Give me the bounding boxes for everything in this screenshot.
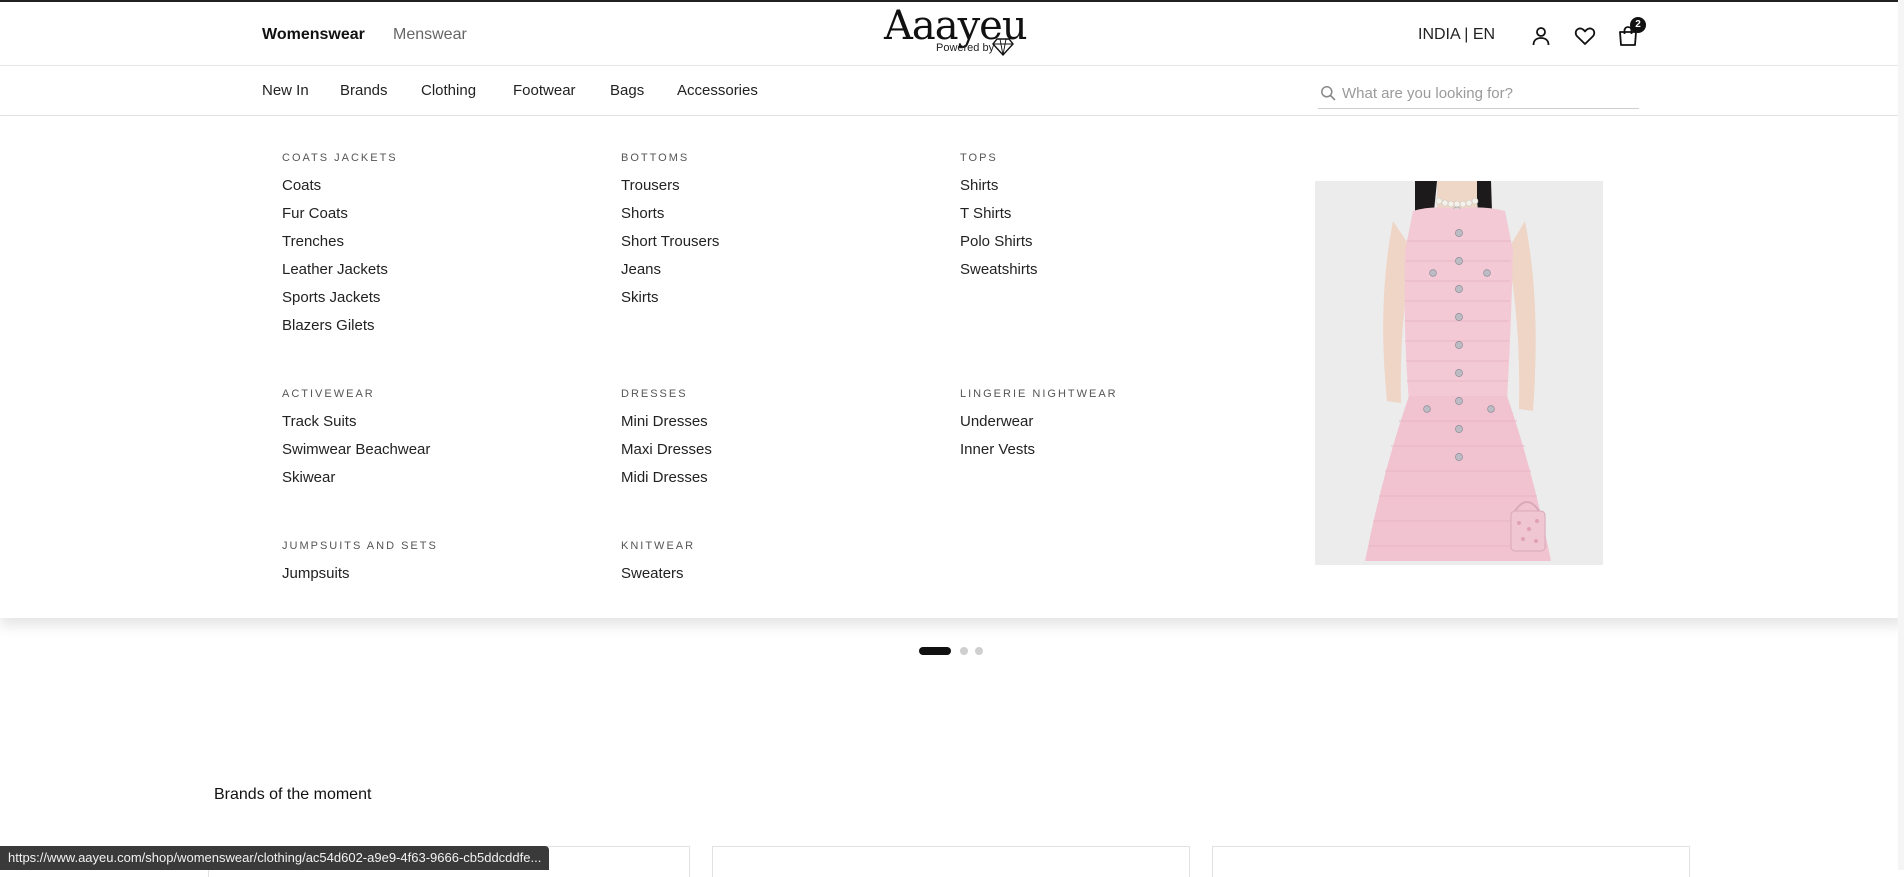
carousel-dot-3[interactable] [975, 647, 983, 655]
menu-item-polo-shirts[interactable]: Polo Shirts [960, 233, 1038, 261]
menu-item-maxi-dresses[interactable]: Maxi Dresses [621, 441, 712, 469]
carousel-dot-2[interactable] [960, 647, 968, 655]
search-input[interactable] [1340, 81, 1634, 105]
brand-card[interactable] [712, 846, 1190, 877]
menu-group-title: ACTIVEWEAR [282, 388, 375, 400]
menu-group-jumpsuits-sets: JUMPSUITS AND SETS Jumpsuits [282, 539, 438, 593]
menu-item-fur-coats[interactable]: Fur Coats [282, 205, 398, 233]
menu-item-shorts[interactable]: Shorts [621, 205, 719, 233]
menu-item-skirts[interactable]: Skirts [621, 289, 719, 317]
cart-bag-icon[interactable]: 2 [1616, 17, 1646, 48]
region-language-selector[interactable]: INDIA | EN [1418, 26, 1495, 44]
nav-footwear[interactable]: Footwear [513, 82, 576, 99]
menu-group-title: LINGERIE NIGHTWEAR [960, 388, 1118, 400]
aayeu-logo[interactable]: Aaayeu Powered by [884, 4, 1028, 60]
brand-card[interactable] [1212, 846, 1690, 877]
browser-status-url: https://www.aayeu.com/shop/womenswear/cl… [0, 846, 550, 870]
tab-womenswear[interactable]: Womenswear [262, 26, 365, 44]
menu-group-title: DRESSES [621, 388, 688, 400]
menu-item-sweatshirts[interactable]: Sweatshirts [960, 261, 1038, 289]
tab-menswear[interactable]: Menswear [393, 26, 467, 44]
menu-item-t-shirts[interactable]: T Shirts [960, 205, 1038, 233]
menu-group-activewear: ACTIVEWEAR Track Suits Swimwear Beachwea… [282, 387, 430, 497]
menu-item-shirts[interactable]: Shirts [960, 177, 1038, 205]
nav-new-in[interactable]: New In [262, 82, 309, 99]
page-scrollbar[interactable] [1898, 0, 1904, 870]
menu-item-trousers[interactable]: Trousers [621, 177, 719, 205]
menu-group-title: TOPS [960, 152, 998, 164]
menu-item-sweaters[interactable]: Sweaters [621, 565, 695, 593]
menu-group-dresses: DRESSES Mini Dresses Maxi Dresses Midi D… [621, 387, 712, 497]
menu-item-coats[interactable]: Coats [282, 177, 398, 205]
menu-group-title: JUMPSUITS AND SETS [282, 540, 438, 552]
menu-group-title: BOTTOMS [621, 152, 690, 164]
cart-count-badge: 2 [1630, 17, 1646, 33]
top-header: Womenswear Menswear Aaayeu Powered by IN… [0, 0, 1904, 66]
search-icon [1321, 86, 1336, 101]
menu-group-lingerie-nightwear: LINGERIE NIGHTWEAR Underwear Inner Vests [960, 387, 1118, 469]
menu-item-track-suits[interactable]: Track Suits [282, 413, 430, 441]
menu-group-title: KNITWEAR [621, 540, 696, 552]
menu-item-underwear[interactable]: Underwear [960, 413, 1118, 441]
logo-powered-by: Powered by [936, 42, 995, 54]
menu-item-mini-dresses[interactable]: Mini Dresses [621, 413, 712, 441]
menu-item-jeans[interactable]: Jeans [621, 261, 719, 289]
carousel-dot-1[interactable] [919, 647, 951, 655]
menu-group-title: COATS JACKETS [282, 152, 398, 164]
menu-item-inner-vests[interactable]: Inner Vests [960, 441, 1118, 469]
menu-item-trenches[interactable]: Trenches [282, 233, 398, 261]
nav-accessories[interactable]: Accessories [677, 82, 758, 99]
diamond-icon [992, 38, 1014, 57]
brands-section-title: Brands of the moment [214, 786, 372, 803]
category-navbar: New In Brands Clothing Footwear Bags Acc… [0, 66, 1904, 116]
nav-clothing[interactable]: Clothing [421, 82, 476, 99]
menu-item-leather-jackets[interactable]: Leather Jackets [282, 261, 398, 289]
clothing-mega-menu: COATS JACKETS Coats Fur Coats Trenches L… [0, 116, 1904, 618]
menu-group-tops: TOPS Shirts T Shirts Polo Shirts Sweatsh… [960, 151, 1038, 289]
promo-dress-image[interactable] [1315, 181, 1603, 565]
account-icon[interactable] [1529, 24, 1553, 48]
menu-item-blazers-gilets[interactable]: Blazers Gilets [282, 317, 398, 345]
menu-item-jumpsuits[interactable]: Jumpsuits [282, 565, 438, 593]
menu-item-skiwear[interactable]: Skiwear [282, 469, 430, 497]
menu-item-short-trousers[interactable]: Short Trousers [621, 233, 719, 261]
menu-item-sports-jackets[interactable]: Sports Jackets [282, 289, 398, 317]
nav-brands[interactable]: Brands [340, 82, 388, 99]
menu-item-midi-dresses[interactable]: Midi Dresses [621, 469, 712, 497]
menu-group-bottoms: BOTTOMS Trousers Shorts Short Trousers J… [621, 151, 719, 317]
search-box [1318, 78, 1639, 109]
menu-item-swimwear-beachwear[interactable]: Swimwear Beachwear [282, 441, 430, 469]
wishlist-heart-icon[interactable] [1573, 24, 1597, 48]
menu-group-knitwear: KNITWEAR Sweaters [621, 539, 695, 593]
menu-group-coats-jackets: COATS JACKETS Coats Fur Coats Trenches L… [282, 151, 398, 345]
nav-bags[interactable]: Bags [610, 82, 644, 99]
